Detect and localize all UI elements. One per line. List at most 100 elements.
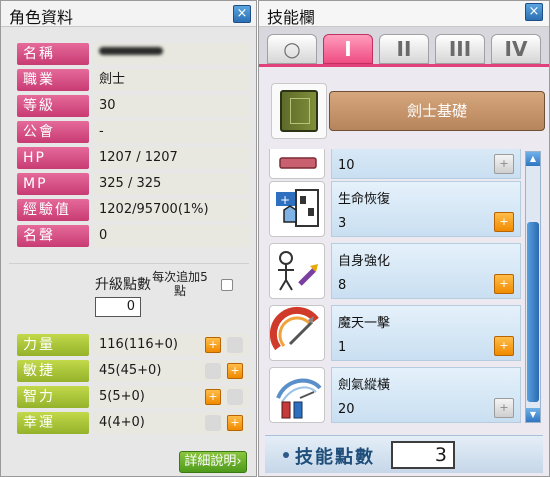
stat-label: 智力	[17, 386, 89, 408]
stat-plus-button[interactable]: +	[205, 337, 221, 353]
level-up-points-value: 0	[95, 297, 141, 317]
skill-up-button[interactable]: +	[494, 154, 514, 174]
info-label: HP	[17, 147, 89, 169]
skill-level: 3	[338, 216, 347, 231]
stat-minus-slot	[205, 415, 221, 431]
info-label: 公會	[17, 121, 89, 143]
skill-info: 魔天一擊 1 +	[331, 305, 521, 361]
hp-recovery-icon: +	[269, 181, 325, 237]
skill-level: 1	[338, 340, 347, 355]
character-titlebar[interactable]: 角色資料 ×	[1, 1, 256, 27]
self-buff-icon	[269, 243, 325, 299]
auto-add-checkbox[interactable]	[221, 279, 233, 291]
skill-info: 自身強化 8 +	[331, 243, 521, 299]
skill-points-value: 3	[391, 441, 455, 469]
close-icon[interactable]: ×	[525, 3, 543, 21]
skill-name: 生命恢復	[338, 192, 391, 207]
stat-value: 45(45+0)	[93, 360, 249, 382]
info-label: MP	[17, 173, 89, 195]
skill-window-title: 技能欄	[267, 8, 316, 27]
info-row-name: 名稱	[9, 43, 249, 65]
info-row-hp: HP 1207 / 1207	[9, 147, 249, 169]
skill-window: 技能欄 × ○ I II III IV 劍士基礎 10 + + 生命恢復 3 +…	[258, 0, 550, 477]
skill-up-button[interactable]: +	[494, 398, 514, 418]
stat-minus-slot	[227, 337, 243, 353]
skill-name: 魔天一擊	[338, 316, 391, 331]
tab-job-2[interactable]: II	[379, 34, 429, 64]
skill-level: 10	[338, 158, 355, 173]
power-strike-icon	[269, 305, 325, 361]
info-row-exp: 經驗值 1202/95700(1%)	[9, 199, 249, 221]
scroll-down-icon[interactable]: ▼	[526, 408, 540, 422]
character-window-title: 角色資料	[9, 8, 74, 27]
skill-row[interactable]: + 生命恢復 3 +	[267, 179, 523, 239]
stat-row-dex: 敏捷 45(45+0) +	[9, 360, 249, 382]
stat-row-int: 智力 5(5+0) +	[9, 386, 249, 408]
stat-plus-button[interactable]: +	[227, 363, 243, 379]
bullet-icon	[283, 452, 289, 458]
stat-row-str: 力量 116(116+0) +	[9, 334, 249, 356]
tab-job-1[interactable]: I	[323, 34, 373, 64]
stat-plus-button[interactable]: +	[205, 389, 221, 405]
level-up-points-panel: 升級點數 0 每次追加5點	[9, 263, 249, 323]
skill-level: 20	[338, 402, 355, 417]
skill-info: 劍氣縱橫 20 +	[331, 367, 521, 423]
job-tabs: ○ I II III IV	[259, 27, 549, 67]
stat-value: 5(5+0)	[93, 386, 249, 408]
info-label: 名聲	[17, 225, 89, 247]
stat-label: 力量	[17, 334, 89, 356]
stat-value: 4(4+0)	[93, 412, 249, 434]
scroll-up-icon[interactable]: ▲	[526, 152, 540, 166]
skill-up-button[interactable]: +	[494, 212, 514, 232]
skill-titlebar[interactable]: 技能欄 ×	[259, 1, 549, 27]
info-label: 經驗值	[17, 199, 89, 221]
info-label: 等級	[17, 95, 89, 117]
book-icon	[280, 90, 318, 132]
tab-beginner[interactable]: ○	[267, 34, 317, 64]
character-info-panel: 名稱 職業 劍士 等級 30 公會 - HP 1207 / 1207 MP 32…	[9, 43, 249, 255]
scroll-thumb[interactable]	[527, 222, 539, 402]
auto-add-note: 每次追加5點	[152, 270, 208, 298]
info-value: 30	[93, 95, 249, 117]
character-window: 角色資料 × 名稱 職業 劍士 等級 30 公會 - HP 1207 / 120…	[0, 0, 257, 477]
info-row-job: 職業 劍士	[9, 69, 249, 91]
detail-button[interactable]: 詳細說明›	[179, 451, 247, 473]
job-header: 劍士基礎	[265, 81, 545, 141]
info-value: 0	[93, 225, 249, 247]
skill-name: 自身強化	[338, 254, 391, 269]
stat-label: 敏捷	[17, 360, 89, 382]
slash-blast-icon	[269, 367, 325, 423]
stat-value: 116(116+0)	[93, 334, 249, 356]
skill-info: 生命恢復 3 +	[331, 181, 521, 237]
info-row-fame: 名聲 0	[9, 225, 249, 247]
skill-scrollbar[interactable]: ▲ ▼	[525, 151, 541, 423]
info-row-mp: MP 325 / 325	[9, 173, 249, 195]
info-row-guild: 公會 -	[9, 121, 249, 143]
skill-row[interactable]: 10 +	[267, 149, 523, 181]
redacted-name	[99, 46, 163, 55]
info-value-name	[93, 43, 249, 65]
partial-skill-icon	[269, 149, 325, 179]
info-label: 名稱	[17, 43, 89, 65]
job-book-icon	[271, 83, 327, 139]
stat-minus-slot	[205, 363, 221, 379]
stat-plus-button[interactable]: +	[227, 415, 243, 431]
skill-name: 劍氣縱橫	[338, 378, 391, 393]
skill-points-bar: 技能點數 3	[265, 435, 543, 473]
skill-list: 10 + + 生命恢復 3 + 自身強化 8 + 魔天一擊 1 + 劍氣縱橫 2…	[267, 149, 523, 425]
skill-up-button[interactable]: +	[494, 336, 514, 356]
close-icon[interactable]: ×	[233, 5, 251, 23]
info-value: 劍士	[93, 69, 249, 91]
skill-up-button[interactable]: +	[494, 274, 514, 294]
stat-row-luk: 幸運 4(4+0) +	[9, 412, 249, 434]
skill-level: 8	[338, 278, 347, 293]
skill-row[interactable]: 自身強化 8 +	[267, 241, 523, 301]
tab-job-4[interactable]: IV	[491, 34, 541, 64]
stat-minus-slot	[227, 389, 243, 405]
job-name: 劍士基礎	[329, 91, 545, 131]
skill-row[interactable]: 魔天一擊 1 +	[267, 303, 523, 363]
skill-row[interactable]: 劍氣縱橫 20 +	[267, 365, 523, 425]
tab-job-3[interactable]: III	[435, 34, 485, 64]
stats-panel: 力量 116(116+0) + 敏捷 45(45+0) + 智力 5(5+0) …	[9, 334, 249, 434]
skill-points-label: 技能點數	[295, 447, 375, 468]
